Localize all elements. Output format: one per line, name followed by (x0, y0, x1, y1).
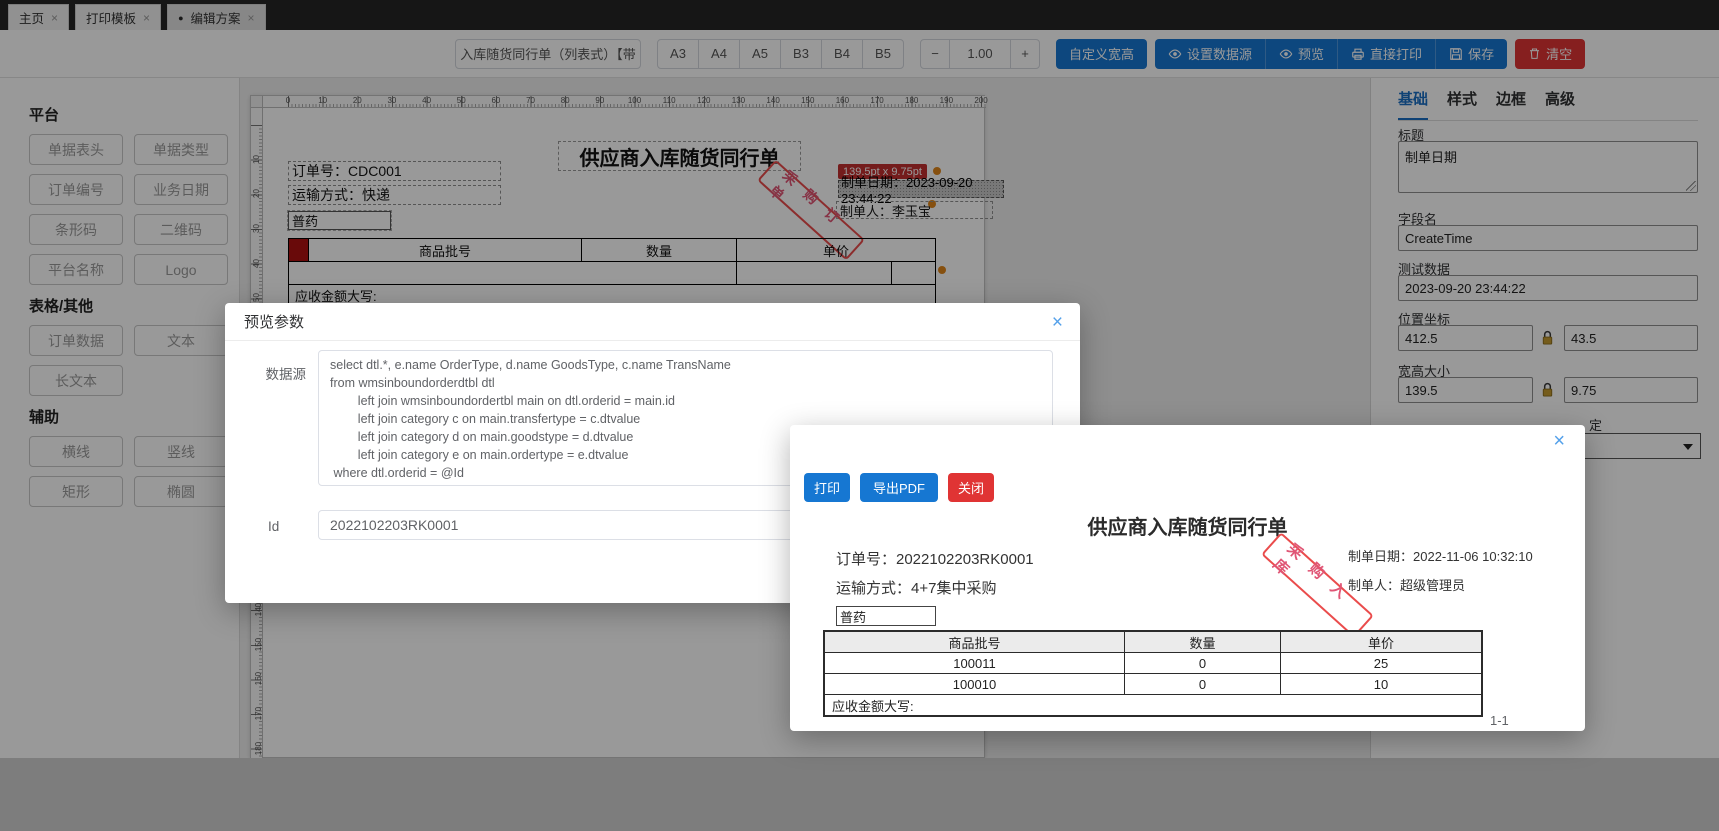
cell-price: 25 (1373, 655, 1389, 671)
preview-header-price: 单价 (1281, 632, 1481, 652)
cell-qty: 0 (1125, 653, 1281, 673)
modal-header: 预览参数 (225, 303, 1080, 341)
export-pdf-button[interactable]: 导出PDF (860, 473, 938, 502)
preview-header-qty: 数量 (1125, 632, 1281, 652)
preview-create-date: 制单日期：2022-11-06 10:32:10 (1348, 549, 1533, 564)
preview-header-batch: 商品批号 (825, 632, 1125, 652)
modal-title: 预览参数 (244, 314, 305, 331)
cell-batch: 100010 (825, 674, 1125, 694)
print-button[interactable]: 打印 (804, 473, 850, 502)
preview-table-footer: 应收金额大写: (832, 698, 914, 714)
preview-table: 商品批号 数量 单价 100011 0 25 100010 0 10 应收金额大… (823, 630, 1483, 717)
preview-table-header-row: 商品批号 数量 单价 (825, 632, 1481, 653)
cell-price: 10 (1373, 676, 1389, 692)
preview-goods-type-box: 普药 (836, 606, 936, 626)
close-icon[interactable]: × (1553, 431, 1565, 451)
table-row: 100010 0 10 (825, 674, 1481, 695)
preview-transport: 运输方式：4+7集中采购 (836, 580, 997, 597)
preview-order-no: 订单号：2022102203RK0001 (836, 551, 1034, 568)
id-label: Id (268, 519, 280, 534)
app-root: 主页 × 打印模板 × ● 编辑方案 × A3 A4 A5 B3 B4 B5 −… (0, 0, 1719, 831)
page-number: 1-1 (1490, 713, 1509, 728)
preview-creator: 制单人：超级管理员 (1348, 578, 1466, 593)
close-preview-button[interactable]: 关闭 (948, 473, 994, 502)
table-row: 100011 0 25 (825, 653, 1481, 674)
preview-doc-title: 供应商入库随货同行单 (1087, 517, 1288, 539)
print-preview-modal: × 打印 导出PDF 关闭 供应商入库随货同行单 订单号：2022102203R… (790, 425, 1585, 731)
datasource-label: 数据源 (265, 367, 307, 382)
cell-batch: 100011 (825, 653, 1125, 673)
cell-qty: 0 (1125, 674, 1281, 694)
close-icon[interactable]: × (1052, 313, 1063, 332)
